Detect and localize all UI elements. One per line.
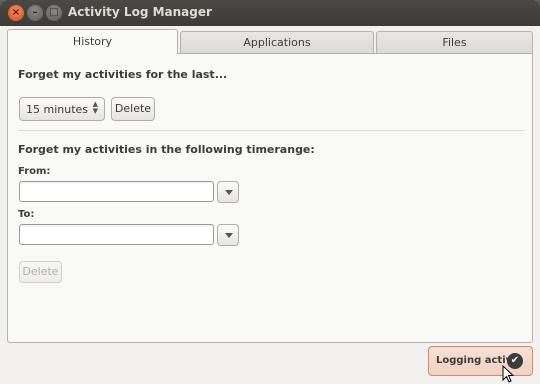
mouse-cursor-icon — [502, 365, 514, 383]
from-dropdown-button[interactable] — [217, 181, 239, 203]
to-date-input[interactable] — [19, 224, 214, 245]
chevron-down-icon — [225, 190, 233, 195]
duration-spinner[interactable]: 15 minutes ▲ ▼ — [19, 97, 105, 121]
history-panel: Forget my activities for the last... 15 … — [7, 53, 533, 343]
activity-log-manager-window: × – □ Activity Log Manager History Appli… — [0, 0, 540, 384]
minimize-icon[interactable]: – — [27, 5, 43, 21]
tab-applications[interactable]: Applications — [180, 31, 374, 53]
to-dropdown-button[interactable] — [217, 224, 239, 246]
duration-value: 15 minutes — [26, 103, 89, 116]
spin-arrows-icon[interactable]: ▲ ▼ — [93, 101, 98, 115]
logging-toggle-button[interactable]: Logging active ✔ — [428, 346, 533, 376]
chevron-down-icon — [225, 233, 233, 238]
from-label: From: — [18, 166, 51, 177]
close-icon[interactable]: × — [8, 5, 24, 21]
from-date-input[interactable] — [19, 181, 214, 202]
window-title: Activity Log Manager — [68, 5, 212, 19]
separator — [18, 130, 524, 131]
titlebar: × – □ Activity Log Manager — [0, 0, 540, 26]
maximize-icon[interactable]: □ — [46, 5, 62, 21]
tab-history[interactable]: History — [7, 29, 178, 54]
delete-range-button[interactable]: Delete — [19, 261, 62, 283]
timerange-heading: Forget my activities in the following ti… — [18, 143, 315, 156]
delete-button[interactable]: Delete — [111, 97, 155, 121]
to-label: To: — [18, 209, 35, 220]
forget-last-heading: Forget my activities for the last... — [18, 68, 228, 81]
tab-files[interactable]: Files — [376, 31, 533, 53]
